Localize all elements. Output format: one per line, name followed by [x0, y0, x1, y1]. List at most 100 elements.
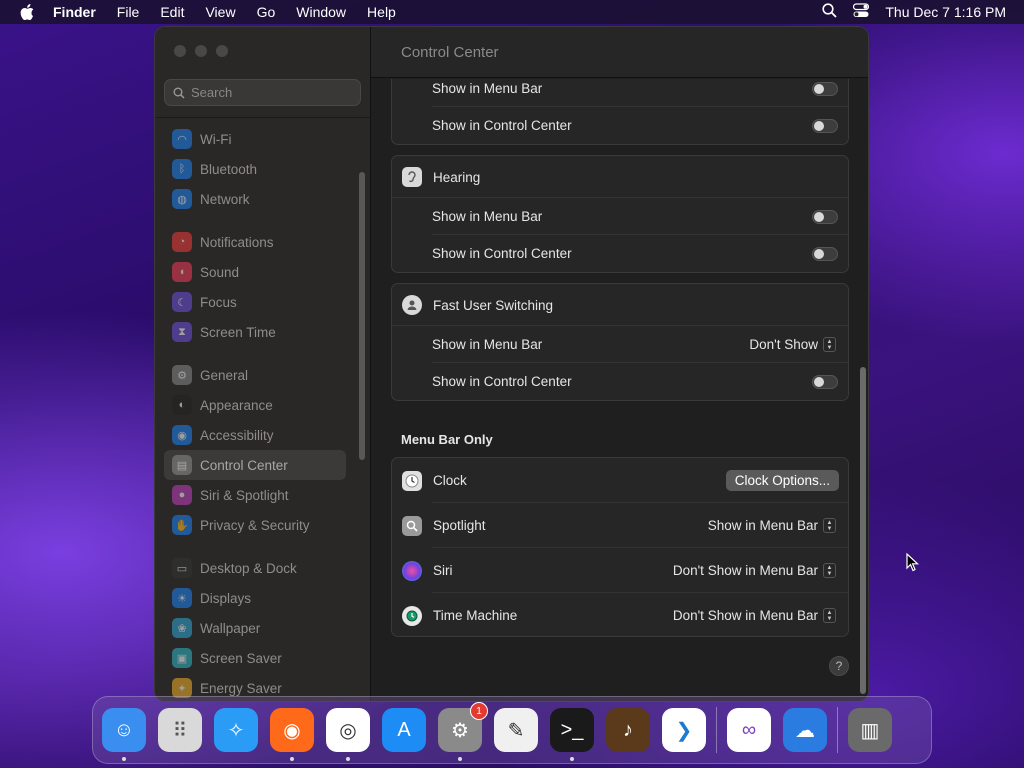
popup-button[interactable]: Don't Show in Menu Bar ▲ ▼	[673, 608, 836, 623]
menu-app-name[interactable]: Finder	[53, 4, 96, 20]
help-button[interactable]: ?	[829, 656, 849, 676]
dock-visual-studio-code-icon[interactable]: ❯	[662, 708, 706, 752]
dock-system-settings-icon[interactable]: ⚙ 1	[438, 702, 488, 761]
control-center-icon[interactable]	[853, 3, 870, 21]
notification-badge: 1	[470, 702, 488, 720]
spotlight-search-icon[interactable]	[822, 3, 838, 21]
sidebar-item-label: Accessibility	[200, 427, 274, 443]
group-hearing: Hearing Show in Menu Bar Show in Control…	[391, 155, 849, 273]
search-input[interactable]	[191, 85, 351, 100]
popup-button[interactable]: Don't Show in Menu Bar ▲ ▼	[673, 563, 836, 578]
popup-button[interactable]: Don't Show ▲ ▼	[749, 337, 836, 352]
sun-icon: ☀	[172, 588, 192, 608]
menu-file[interactable]: File	[117, 4, 140, 20]
sidebar-item-label: Screen Time	[200, 324, 276, 340]
sidebar-item-sound[interactable]: ◖ Sound	[164, 257, 346, 287]
dock-chrome-icon[interactable]: ◎	[326, 708, 370, 761]
appearance-icon: ◐	[172, 395, 192, 415]
menu-help[interactable]: Help	[367, 4, 396, 20]
dock-terminal-icon[interactable]: >_	[550, 708, 594, 761]
menu-clock[interactable]: Thu Dec 7 1:16 PM	[885, 4, 1006, 20]
dock-trash-icon[interactable]: ▥	[848, 708, 892, 752]
toggle-switch[interactable]	[812, 81, 838, 96]
content-scrollbar[interactable]	[860, 367, 866, 694]
sidebar-item-privacy-security[interactable]: ✋ Privacy & Security	[164, 510, 346, 540]
settings-scroll-area[interactable]: Show in Menu Bar Show in Control Center …	[371, 79, 868, 701]
sidebar-item-screen-time[interactable]: ⧗ Screen Time	[164, 317, 346, 347]
search-field[interactable]	[164, 79, 361, 106]
content-pane: Control Center Show in Menu Bar Show in …	[371, 27, 868, 701]
zoom-button[interactable]	[216, 45, 228, 57]
accessibility-icon: ◉	[172, 425, 192, 445]
wifi-icon: ◠	[172, 129, 192, 149]
menu-bar: Finder File Edit View Go Window Help Thu…	[0, 0, 1024, 24]
sidebar-item-notifications[interactable]: ◔ Notifications	[164, 227, 346, 257]
sidebar-item-screen-saver[interactable]: ▣ Screen Saver	[164, 643, 346, 673]
sidebar-item-network[interactable]: ◍ Network	[164, 184, 346, 214]
sidebar-item-label: Appearance	[200, 397, 273, 413]
sidebar-item-label: Displays	[200, 590, 252, 606]
sidebar-item-label: Focus	[200, 294, 237, 310]
dock-launchpad-icon[interactable]: ⠿	[158, 708, 202, 752]
clock-options-button[interactable]: Clock Options...	[725, 470, 839, 491]
sidebar-item-appearance[interactable]: ◐ Appearance	[164, 390, 346, 420]
chevron-updown-icon: ▲ ▼	[823, 518, 836, 533]
dock-safari-icon[interactable]: ✧	[214, 708, 258, 752]
menu-edit[interactable]: Edit	[160, 4, 184, 20]
dock-finder-icon[interactable]: ☺	[102, 708, 146, 761]
row-label: Show in Menu Bar	[432, 337, 543, 352]
menu-go[interactable]: Go	[257, 4, 276, 20]
dock-visual-studio-icon[interactable]: ∞	[727, 708, 771, 752]
sidebar-item-siri-spotlight[interactable]: ● Siri & Spotlight	[164, 480, 346, 510]
toggle-switch[interactable]	[812, 246, 838, 261]
sidebar-item-label: Privacy & Security	[200, 517, 310, 533]
close-button[interactable]	[174, 45, 186, 57]
chevron-updown-icon: ▲ ▼	[823, 608, 836, 623]
menu-window[interactable]: Window	[296, 4, 346, 20]
wallpaper-icon: ❀	[172, 618, 192, 638]
toggle-switch[interactable]	[812, 374, 838, 389]
sidebar-item-label: Screen Saver	[200, 650, 282, 666]
sidebar: ◠ Wi-Fi ᛒ Bluetooth ◍ Network ◔ Notifications ◖ S…	[155, 27, 371, 701]
sidebar-item-general[interactable]: ⚙ General	[164, 360, 346, 390]
popup-value: Don't Show	[749, 337, 818, 352]
sidebar-scrollbar[interactable]	[359, 172, 365, 460]
dock-app-store-icon[interactable]: A	[382, 708, 426, 752]
sidebar-item-label: Siri & Spotlight	[200, 487, 289, 503]
sidebar-item-wi-fi[interactable]: ◠ Wi-Fi	[164, 124, 346, 154]
toggle-switch[interactable]	[812, 118, 838, 133]
dock-firefox-icon[interactable]: ◉	[270, 708, 314, 761]
screensaver-icon: ▣	[172, 648, 192, 668]
sidebar-item-desktop-dock[interactable]: ▭ Desktop & Dock	[164, 553, 346, 583]
hourglass-icon: ⧗	[172, 322, 192, 342]
control-center-icon: ▤	[172, 455, 192, 475]
running-indicator	[570, 757, 574, 761]
dock-garageband-icon[interactable]: ♪	[606, 708, 650, 752]
window-controls	[174, 45, 228, 57]
time-machine-icon	[402, 605, 422, 626]
sidebar-item-bluetooth[interactable]: ᛒ Bluetooth	[164, 154, 346, 184]
popup-button[interactable]: Show in Menu Bar ▲ ▼	[708, 518, 836, 533]
dock-separator	[837, 707, 838, 753]
menu-view[interactable]: View	[205, 4, 235, 20]
sidebar-item-control-center[interactable]: ▤ Control Center	[164, 450, 346, 480]
dock-textedit-icon[interactable]: ✎	[494, 708, 538, 752]
search-icon	[173, 87, 185, 99]
fast-user-title: Fast User Switching	[433, 297, 554, 313]
popup-value: Don't Show in Menu Bar	[672, 563, 818, 578]
moon-icon: ☾	[172, 292, 192, 312]
bulb-icon: ✦	[172, 678, 192, 698]
chevron-updown-icon: ▲ ▼	[823, 563, 836, 578]
hand-icon: ✋	[172, 515, 192, 535]
sidebar-item-displays[interactable]: ☀ Displays	[164, 583, 346, 613]
dock-weather-icon[interactable]: ☁	[783, 708, 827, 752]
fast-user-header: Fast User Switching	[392, 284, 848, 326]
sidebar-item-wallpaper[interactable]: ❀ Wallpaper	[164, 613, 346, 643]
sidebar-item-label: Desktop & Dock	[200, 560, 297, 576]
sidebar-item-focus[interactable]: ☾ Focus	[164, 287, 346, 317]
sidebar-item-accessibility[interactable]: ◉ Accessibility	[164, 420, 346, 450]
toggle-switch[interactable]	[812, 209, 838, 224]
row-show-in-menu-bar: Show in Menu Bar	[392, 79, 848, 107]
apple-menu-icon[interactable]	[17, 2, 37, 22]
minimize-button[interactable]	[195, 45, 207, 57]
